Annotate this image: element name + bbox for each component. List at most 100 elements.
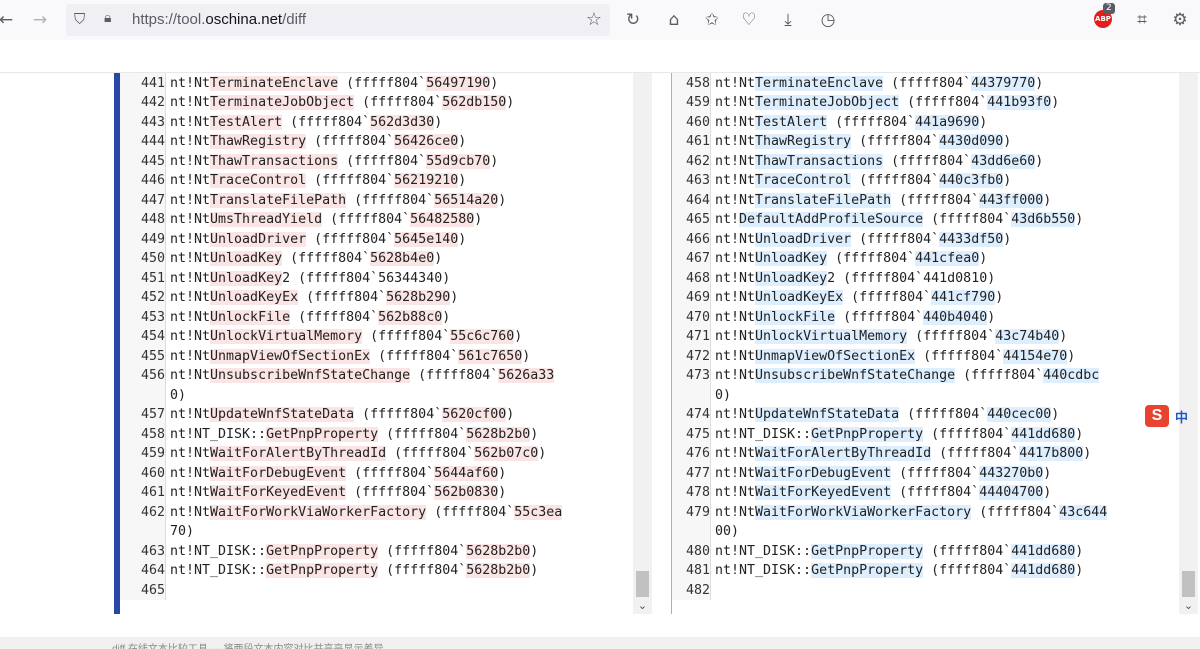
line-number: 480 [672, 541, 711, 561]
forward-arrow-icon[interactable]: → [28, 8, 52, 32]
line-number: 470 [672, 307, 711, 327]
line-code: nt!NtUnmapViewOfSectionEx (fffff804`561c… [170, 348, 531, 364]
footer-bar: diff 在线文本比较工具 — 将两段文本内容对比并高亮显示差异 [0, 637, 1200, 649]
right-diff-pane[interactable]: 457nt!NtSystemDebugControl (fffff804`441… [671, 73, 1198, 614]
line-code: nt!NtTerminateJobObject (fffff804`441b93… [715, 95, 1060, 110]
gear-icon[interactable]: ⚙ [1168, 8, 1192, 32]
line-number: 466 [672, 229, 711, 249]
line-number: 441 [120, 73, 166, 93]
line-code: nt!NT_DISK::GetPnpProperty (fffff804`562… [170, 563, 539, 578]
line-code: nt!NtUnloadKey (fffff804`5628b4e0) [170, 251, 443, 266]
line-code: nt!NtUnmapViewOfSectionEx (fffff804`4415… [715, 348, 1076, 364]
url-bar[interactable]: ⛉ 🔒︎ https://tool.oschina.net/diff ☆ [66, 4, 610, 36]
right-code-lines: 457nt!NtSystemDebugControl (fffff804`441… [672, 73, 1178, 600]
line-code: nt!NtThawRegistry (fffff804`4430d090) [715, 134, 1012, 149]
home-icon[interactable]: ⌂ [662, 8, 686, 32]
code-line: 446 nt!NtTraceControl (fffff804`56219210) [120, 171, 632, 191]
line-number: 454 [120, 327, 166, 347]
code-line: 448 nt!NtUmsThreadYield (fffff804`5648258… [120, 210, 632, 230]
line-code: nt!NtWaitForWorkViaWorkerFactory (fffff8… [715, 504, 1108, 539]
adblock-count-badge: 2 [1103, 3, 1115, 14]
chevron-down-icon[interactable]: ⌄ [1179, 599, 1198, 612]
ime-indicator[interactable]: S 中 [1145, 405, 1200, 427]
line-number: 447 [120, 190, 166, 210]
code-line: 457 nt!NtUpdateWnfStateData (fffff804`562… [120, 405, 632, 425]
line-number: 461 [672, 132, 711, 152]
line-code: nt!NT_DISK::GetPnpProperty (fffff804`562… [170, 426, 539, 442]
chevron-down-icon[interactable]: ⌄ [633, 599, 652, 612]
line-number: 475 [672, 424, 711, 444]
shield-icon[interactable]: ⛉ [74, 10, 85, 28]
line-code: nt!NtWaitForKeyedEvent (fffff804`4440470… [715, 485, 1052, 500]
line-number: 459 [120, 444, 166, 464]
line-number: 461 [120, 483, 166, 503]
line-code: nt!NtWaitForAlertByThreadId (fffff804`44… [715, 446, 1092, 461]
crop-icon[interactable]: ⌗ [1130, 8, 1154, 32]
code-line: 453 nt!NtUnlockFile (fffff804`562b88c0) [120, 307, 632, 327]
line-code: nt!NtUmsThreadYield (fffff804`56482580) [170, 212, 483, 227]
code-line: 480 nt!NT_DISK::GetPnpProperty (fffff804`… [672, 541, 1178, 561]
line-number: 442 [120, 93, 166, 113]
download-icon[interactable]: ⤓ [776, 8, 800, 32]
line-number: 445 [120, 151, 166, 171]
code-line: 465 [120, 580, 632, 600]
line-code: nt!NtTestAlert (fffff804`441a9690) [715, 114, 988, 130]
code-line: 466 nt!NtUnloadDriver (fffff804`4433df50) [672, 229, 1178, 249]
code-line: 471 nt!NtUnlockVirtualMemory (fffff804`43… [672, 327, 1178, 347]
right-scroll-thumb[interactable] [1182, 571, 1195, 597]
line-number: 460 [120, 463, 166, 483]
line-number: 451 [120, 268, 166, 288]
ime-mode[interactable]: 中 [1175, 407, 1188, 426]
code-line: 463 nt!NT_DISK::GetPnpProperty (fffff804`… [120, 541, 632, 561]
browser-toolbar: ← → ⛉ 🔒︎ https://tool.oschina.net/diff ☆… [0, 0, 1200, 40]
line-number: 463 [120, 541, 166, 561]
line-code: nt!NtUpdateWnfStateData (fffff804`440cec… [715, 407, 1060, 422]
line-number: 471 [672, 327, 711, 347]
reload-icon[interactable]: ↻ [621, 8, 645, 32]
line-number: 464 [120, 561, 166, 581]
line-code: nt!NtTranslateFilePath (fffff804`443ff00… [715, 192, 1052, 208]
url-text[interactable]: https://tool.oschina.net/diff [132, 11, 306, 28]
line-code: nt!NtThawRegistry (fffff804`56426ce0) [170, 134, 467, 149]
right-scrollbar[interactable]: ⌄ [1179, 73, 1198, 614]
footer-text: diff 在线文本比较工具 — 将两段文本内容对比并高亮显示差异 [112, 640, 384, 649]
line-number: 443 [120, 112, 166, 132]
back-arrow-icon[interactable]: ← [0, 8, 18, 32]
line-number: 469 [672, 288, 711, 308]
line-number: 460 [672, 112, 711, 132]
code-line: 451 nt!NtUnloadKey2 (fffff804`56344340) [120, 268, 632, 288]
code-line: 452 nt!NtUnloadKeyEx (fffff804`5628b290) [120, 288, 632, 308]
line-code: nt!NtThawTransactions (fffff804`55d9cb70… [170, 153, 499, 169]
code-line: 475 nt!NT_DISK::GetPnpProperty (fffff804`… [672, 424, 1178, 444]
left-scrollbar[interactable]: ⌄ [633, 73, 652, 614]
code-line: 476 nt!NtWaitForAlertByThreadId (fffff804… [672, 444, 1178, 464]
page-spacer [0, 614, 1200, 637]
line-code: nt!NtUnloadKey (fffff804`441cfea0) [715, 251, 988, 266]
history-icon[interactable]: ◷ [816, 8, 840, 32]
code-line: 482 [672, 580, 1178, 600]
line-code: nt!DefaultAddProfileSource (fffff804`43d… [715, 212, 1084, 227]
code-line: 462 nt!NtThawTransactions (fffff804`43dd6… [672, 151, 1178, 171]
line-code: nt!NtUnlockFile (fffff804`440b4040) [715, 309, 996, 325]
code-line: 470 nt!NtUnlockFile (fffff804`440b4040) [672, 307, 1178, 327]
line-number: 468 [672, 268, 711, 288]
code-line: 469 nt!NtUnloadKeyEx (fffff804`441cf790) [672, 288, 1178, 308]
line-number: 459 [672, 93, 711, 113]
line-number: 477 [672, 463, 711, 483]
code-line: 467 nt!NtUnloadKey (fffff804`441cfea0) [672, 249, 1178, 269]
line-code: nt!NtTerminateEnclave (fffff804`56497190… [170, 75, 499, 91]
bookmarks-icon[interactable]: ✩ [700, 8, 724, 32]
code-line: 481 nt!NT_DISK::GetPnpProperty (fffff804`… [672, 561, 1178, 581]
line-code: nt!NtUnsubscribeWnfStateChange (fffff804… [170, 368, 555, 403]
pocket-icon[interactable]: ♡ [737, 8, 761, 32]
code-line: 461 nt!NtWaitForKeyedEvent (fffff804`562b… [120, 483, 632, 503]
lock-icon[interactable]: 🔒︎ [104, 10, 111, 26]
left-diff-pane[interactable]: 440nt!NtSystemDebugControl (fffff804`563… [114, 73, 652, 614]
line-code: nt!NtTraceControl (fffff804`440c3fb0) [715, 173, 1012, 188]
line-code: nt!NtUnloadKeyEx (fffff804`441cf790) [715, 290, 1004, 305]
left-scroll-thumb[interactable] [636, 571, 649, 597]
bookmark-star-icon[interactable]: ☆ [586, 9, 602, 30]
line-code: nt!NtTranslateFilePath (fffff804`56514a2… [170, 192, 507, 208]
sogou-logo-icon[interactable]: S [1145, 405, 1169, 427]
line-number: 473 [672, 366, 711, 405]
